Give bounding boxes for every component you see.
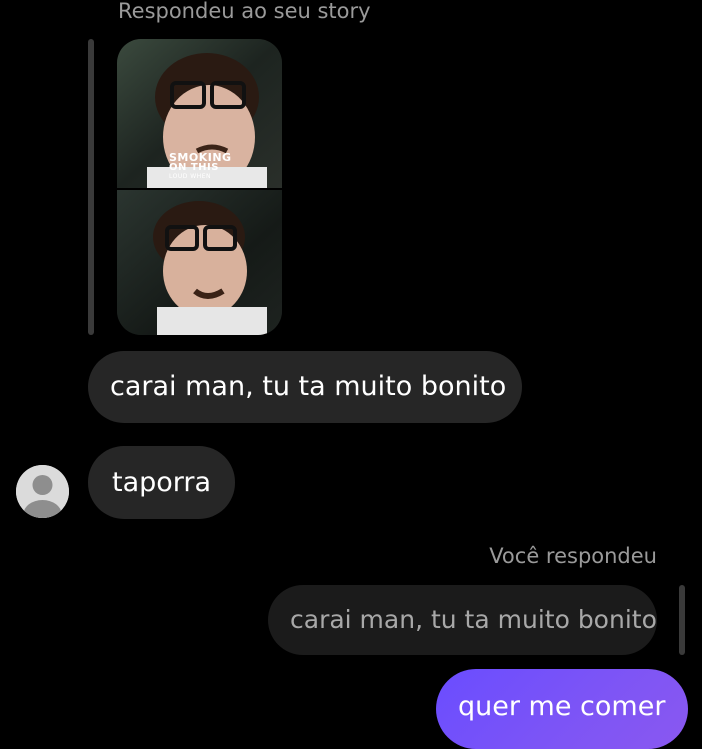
quoted-message-text: carai man, tu ta muito bonito [290, 605, 657, 634]
message-bubble-received[interactable]: taporra [88, 446, 235, 519]
message-bubble-sent[interactable]: quer me comer [436, 669, 688, 749]
message-text: carai man, tu ta muito bonito [110, 371, 507, 402]
sender-avatar[interactable] [16, 465, 69, 518]
message-text: taporra [112, 467, 212, 498]
message-text: quer me comer [458, 691, 666, 722]
quote-bar [679, 585, 685, 655]
story-photo [117, 39, 282, 335]
story-reply-label: Respondeu ao seu story [118, 0, 371, 23]
story-quote-bar [88, 39, 94, 335]
story-thumbnail[interactable]: SMOKING ON THIS LOUD WHEN [117, 39, 282, 335]
story-caption: SMOKING ON THIS LOUD WHEN [169, 151, 232, 180]
quoted-message-bubble[interactable]: carai man, tu ta muito bonito [268, 585, 657, 655]
default-avatar-icon [16, 465, 69, 518]
reply-meta-label: Você respondeu [489, 544, 657, 568]
message-bubble-received[interactable]: carai man, tu ta muito bonito [88, 351, 522, 423]
